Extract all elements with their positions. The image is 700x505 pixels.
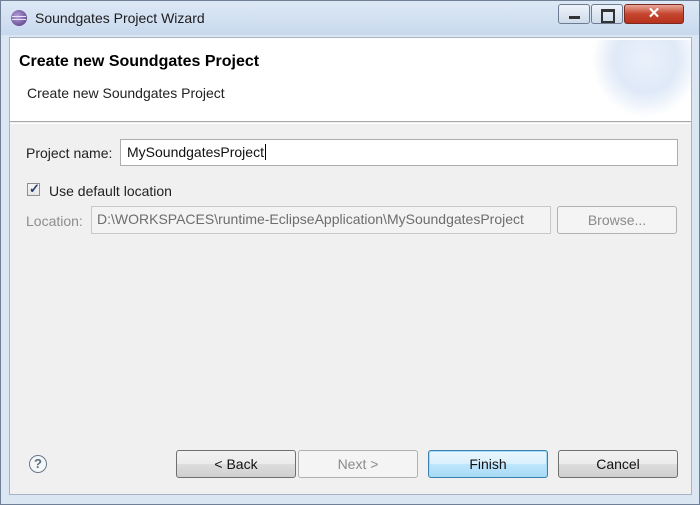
page-title: Create new Soundgates Project — [19, 53, 260, 70]
minimize-button[interactable] — [558, 4, 590, 24]
use-default-location-label[interactable]: Use default location — [49, 183, 172, 199]
checkmark-icon: ✓ — [29, 181, 40, 196]
finish-button[interactable]: Finish — [428, 450, 548, 478]
title-bar[interactable]: Soundgates Project Wizard ✕ — [1, 1, 699, 35]
location-label: Location: — [26, 213, 83, 229]
browse-button[interactable]: Browse... — [557, 206, 677, 234]
minimize-icon — [569, 16, 580, 19]
wizard-banner-image — [591, 40, 691, 118]
help-icon[interactable]: ? — [29, 455, 47, 473]
header-separator — [10, 123, 691, 124]
cancel-button[interactable]: Cancel — [558, 450, 678, 478]
use-default-location-checkbox[interactable]: ✓ — [27, 181, 40, 196]
maximize-button[interactable] — [591, 4, 623, 24]
maximize-icon — [601, 9, 615, 23]
next-button[interactable]: Next > — [298, 450, 418, 478]
window-title: Soundgates Project Wizard — [35, 10, 205, 26]
close-icon: ✕ — [647, 5, 661, 22]
page-description: Create new Soundgates Project — [27, 85, 225, 101]
project-name-input[interactable]: MySoundgatesProject — [120, 139, 678, 166]
eclipse-app-icon[interactable] — [11, 10, 27, 26]
wizard-header: Create new Soundgates Project Create new… — [10, 38, 691, 122]
wizard-window: Soundgates Project Wizard ✕ Create new S… — [0, 0, 700, 505]
back-button[interactable]: < Back — [176, 450, 296, 478]
project-name-label: Project name: — [26, 145, 113, 161]
close-button[interactable]: ✕ — [624, 4, 684, 24]
wizard-content: Create new Soundgates Project Create new… — [9, 37, 692, 495]
text-caret — [264, 144, 266, 160]
location-input[interactable]: D:\WORKSPACES\runtime-EclipseApplication… — [91, 206, 551, 234]
project-name-value: MySoundgatesProject — [127, 144, 264, 160]
